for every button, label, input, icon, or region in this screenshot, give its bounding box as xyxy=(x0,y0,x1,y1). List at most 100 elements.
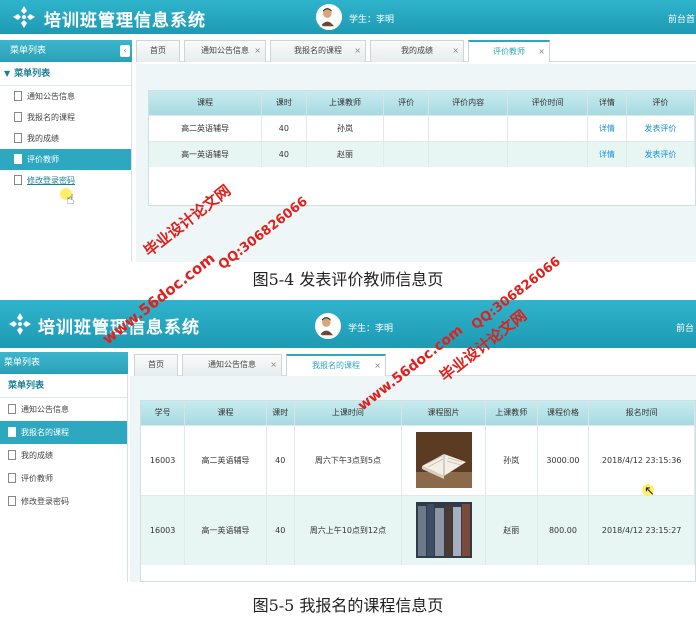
document-icon xyxy=(14,133,22,143)
app-header: 培训班管理信息系统 学生：李明 前台 xyxy=(0,300,696,348)
sidebar-item-label: 评价教师 xyxy=(27,155,59,164)
tab-notices[interactable]: 通知公告信息 × xyxy=(182,354,282,376)
tab-bar: 首页 通知公告信息 × 我报名的课程 × 我的成绩 × 评价教师 × xyxy=(136,40,696,62)
evaluation-table: 课程 课时 上课教师 评价 评价内容 评价时间 详情 评价 高二英语辅导 40 … xyxy=(148,90,696,206)
cell-teacher: 孙岚 xyxy=(306,114,385,141)
tab-my-courses[interactable]: 我报名的课程 × xyxy=(286,354,386,376)
sidebar-item-label: 修改登录密码 xyxy=(21,497,69,506)
close-tab-icon[interactable]: × xyxy=(254,41,261,61)
cell-course: 高二英语辅导 xyxy=(184,424,267,495)
cell-signup-time: 2018/4/12 23:15:36 xyxy=(588,424,695,495)
sidebar-header-label: 菜单列表 xyxy=(10,46,47,56)
cell-rating xyxy=(383,140,429,167)
sidebar-item-evaluate-teacher[interactable]: 评价教师 xyxy=(0,467,127,490)
close-tab-icon[interactable]: × xyxy=(452,41,459,61)
document-icon xyxy=(8,427,16,437)
sidebar: 菜单列表 通知公告信息 我报名的课程 我的成绩 评价教师 修改登录密码 xyxy=(0,374,128,582)
column-header: 评价内容 xyxy=(428,91,509,115)
sidebar-item-label: 我报名的课程 xyxy=(27,113,75,122)
close-tab-icon[interactable]: × xyxy=(270,355,277,375)
sidebar-group[interactable]: ▼ 菜单列表 xyxy=(0,62,131,86)
details-link[interactable]: 详情 xyxy=(587,140,627,167)
collapse-sidebar-button[interactable]: ‹ xyxy=(120,45,130,57)
tab-bar: 首页 通知公告信息 × 我报名的课程 × xyxy=(134,354,696,376)
app-title: 培训班管理信息系统 xyxy=(38,318,200,338)
sidebar-item-notices[interactable]: 通知公告信息 xyxy=(0,398,127,421)
tab-my-courses[interactable]: 我报名的课程 × xyxy=(270,40,366,62)
bookshelf-image xyxy=(415,502,472,559)
cell-course: 高一英语辅导 xyxy=(184,494,267,565)
avatar xyxy=(315,313,341,339)
tab-notices[interactable]: 通知公告信息 × xyxy=(184,40,266,62)
cell-course-image xyxy=(401,494,486,565)
column-header: 详情 xyxy=(587,91,627,115)
caret-down-icon: ▼ xyxy=(4,69,11,78)
column-header: 课时 xyxy=(266,401,295,425)
close-tab-icon[interactable]: × xyxy=(354,41,361,61)
cell-rating xyxy=(383,114,429,141)
cell-course: 高二英语辅导 xyxy=(149,114,263,141)
sidebar-group-label: 菜单列表 xyxy=(14,69,51,79)
user-label: 学生：李明 xyxy=(349,15,395,25)
cell-course-image xyxy=(401,424,486,495)
document-icon xyxy=(8,473,16,483)
main-content: 学号 课程 课时 上课时间 课程图片 上课教师 课程价格 报名时间 16003 … xyxy=(130,376,696,582)
cell-course: 高一英语辅导 xyxy=(149,140,263,167)
sidebar-item-my-courses[interactable]: 我报名的课程 xyxy=(0,107,131,128)
cell-class-time: 周六下午3点到5点 xyxy=(294,424,403,495)
cell-signup-time: 2018/4/12 23:15:27 xyxy=(588,494,695,565)
column-header: 课程 xyxy=(184,401,267,425)
sidebar-item-my-courses[interactable]: 我报名的课程 xyxy=(0,421,127,444)
tab-evaluate-teacher[interactable]: 评价教师 × xyxy=(468,40,550,62)
column-header: 上课教师 xyxy=(485,401,538,425)
home-link[interactable]: 前台 xyxy=(676,321,694,334)
cell-hours: 40 xyxy=(261,140,307,167)
figure-caption: 图5-5 我报名的课程信息页 xyxy=(252,596,444,615)
cell-hours: 40 xyxy=(261,114,307,141)
app-header: 培训班管理信息系统 学生：李明 前台首 xyxy=(0,0,696,34)
sidebar-item-label: 通知公告信息 xyxy=(21,405,69,414)
table-row: 16003 高一英语辅导 40 周六上午10点到12点 赵丽 800.00 20… xyxy=(141,494,695,565)
sidebar-group-label: 菜单列表 xyxy=(8,381,45,391)
document-icon xyxy=(14,154,22,164)
sidebar-item-my-scores[interactable]: 我的成绩 xyxy=(0,128,131,149)
cell-rating-time xyxy=(507,114,588,141)
sidebar-item-change-password[interactable]: 修改登录密码 xyxy=(0,490,127,513)
tab-home[interactable]: 首页 xyxy=(134,354,178,376)
table-row: 高二英语辅导 40 孙岚 详情 发表评价 xyxy=(149,114,695,141)
cell-hours: 40 xyxy=(266,424,295,495)
post-evaluation-link[interactable]: 发表评价 xyxy=(626,114,695,141)
document-icon xyxy=(14,91,22,101)
tab-home[interactable]: 首页 xyxy=(136,40,180,62)
column-header: 课程 xyxy=(149,91,263,115)
column-header: 学号 xyxy=(141,401,186,425)
tab-my-scores[interactable]: 我的成绩 × xyxy=(370,40,464,62)
sidebar-item-my-scores[interactable]: 我的成绩 xyxy=(0,444,127,467)
column-header: 评价 xyxy=(626,91,695,115)
details-link[interactable]: 详情 xyxy=(587,114,627,141)
sidebar-item-label: 修改登录密码 xyxy=(27,176,75,185)
sidebar: ▼ 菜单列表 通知公告信息 我报名的课程 我的成绩 评价教师 修改登录密码 ☝ xyxy=(0,62,132,262)
sidebar-header-label: 菜单列表 xyxy=(4,358,41,368)
cell-teacher: 赵丽 xyxy=(306,140,385,167)
book-image xyxy=(415,432,472,488)
cell-student-id: 16003 xyxy=(141,424,186,495)
sidebar-item-notices[interactable]: 通知公告信息 xyxy=(0,86,131,107)
hand-cursor-icon: ☝ xyxy=(66,192,75,208)
post-evaluation-link[interactable]: 发表评价 xyxy=(626,140,695,167)
document-icon xyxy=(8,496,16,506)
close-tab-icon[interactable]: × xyxy=(538,42,545,62)
document-icon xyxy=(14,175,22,185)
column-header: 课程价格 xyxy=(537,401,590,425)
close-tab-icon[interactable]: × xyxy=(374,356,381,376)
arrow-cursor-icon: ↖ xyxy=(644,484,655,499)
document-icon xyxy=(14,112,22,122)
column-header: 课程图片 xyxy=(401,401,486,425)
sidebar-item-label: 我的成绩 xyxy=(27,134,59,143)
sidebar-item-evaluate-teacher[interactable]: 评价教师 xyxy=(0,149,131,170)
sidebar-item-label: 我的成绩 xyxy=(21,451,53,460)
home-link[interactable]: 前台首 xyxy=(668,12,695,25)
sidebar-group[interactable]: 菜单列表 xyxy=(0,374,127,398)
my-courses-table: 学号 课程 课时 上课时间 课程图片 上课教师 课程价格 报名时间 16003 … xyxy=(140,400,696,582)
column-header: 上课时间 xyxy=(294,401,403,425)
